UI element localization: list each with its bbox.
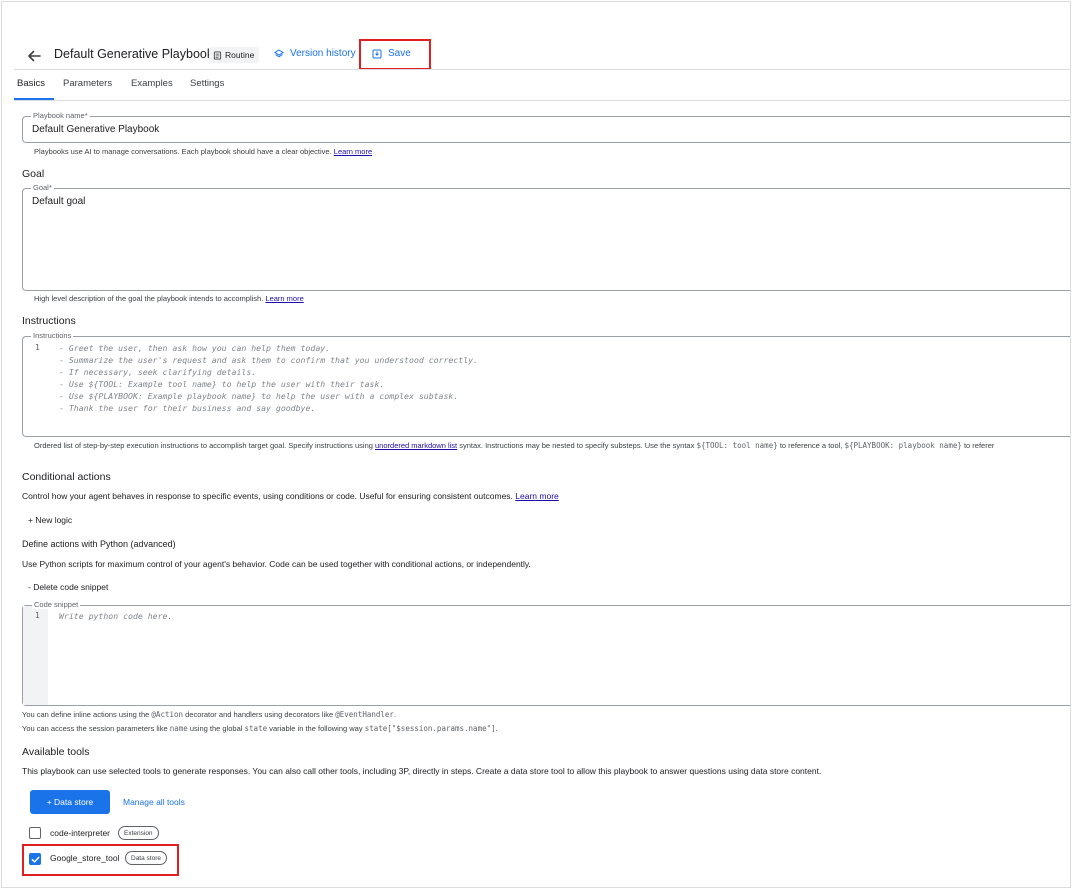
header-divider <box>14 69 1070 70</box>
tab-settings[interactable]: Settings <box>190 78 224 89</box>
goal-help: High level description of the goal the p… <box>34 294 304 303</box>
app-frame: Default Generative Playbook Routine Vers… <box>1 1 1071 888</box>
code-interpreter-checkbox[interactable] <box>29 827 41 839</box>
goal-value[interactable]: Default goal <box>32 196 85 207</box>
playbook-name-field[interactable] <box>22 116 1070 143</box>
goal-help-text: High level description of the goal the p… <box>34 294 264 303</box>
delete-code-snippet-button[interactable]: - Delete code snippet <box>28 582 108 592</box>
python-help-1: You can define inline actions using the … <box>22 710 396 719</box>
code-snippet-legend: Code snippet <box>32 600 81 609</box>
code-gutter <box>23 606 48 705</box>
extension-tag: Extension <box>118 826 159 840</box>
goal-field[interactable] <box>22 188 1070 291</box>
name-code: name <box>169 724 188 733</box>
save-highlight-box <box>359 39 431 70</box>
playbook-name-help-text: Playbooks use AI to manage conversations… <box>34 147 332 156</box>
python-help-2: You can access the session parameters li… <box>22 724 498 733</box>
instructions-help-text: to reference a tool, <box>779 441 843 450</box>
python-desc: Use Python scripts for maximum control o… <box>22 559 531 569</box>
instruction-line: - Summarize the user's request and ask t… <box>59 355 478 365</box>
document-icon <box>213 50 222 60</box>
tool-name-code-interpreter: code-interpreter <box>50 828 111 838</box>
add-data-store-button[interactable]: + Data store <box>30 790 110 814</box>
manage-all-tools-link[interactable]: Manage all tools <box>123 797 185 807</box>
python-help-text: You can access the session parameters li… <box>22 724 168 733</box>
python-help-text: decorator and handlers using decorators … <box>185 710 334 719</box>
python-help-text: You can define inline actions using the <box>22 710 150 719</box>
markdown-list-link[interactable]: unordered markdown list <box>375 441 457 450</box>
tool-syntax-code: ${TOOL: tool name} <box>696 441 778 450</box>
conditional-learn-more-link[interactable]: Learn more <box>515 491 558 501</box>
code-snippet-editor[interactable] <box>22 605 1070 706</box>
instruction-line: - Thank the user for their business and … <box>59 403 316 413</box>
playbook-learn-more-link[interactable]: Learn more <box>334 147 372 156</box>
conditional-actions-desc: Control how your agent behaves in respon… <box>22 491 559 501</box>
tabs-divider <box>14 100 1070 101</box>
instructions-help-text: to referer <box>963 441 995 450</box>
instructions-help-text: syntax. Instructions may be nested to sp… <box>459 441 695 450</box>
action-decorator-code: @Action <box>151 710 184 719</box>
available-tools-heading: Available tools <box>22 746 90 758</box>
python-help-text: . <box>495 724 498 733</box>
goal-learn-more-link[interactable]: Learn more <box>265 294 303 303</box>
goal-legend: Goal* <box>31 183 54 192</box>
instruction-line: - Greet the user, then ask how you can h… <box>59 343 331 353</box>
code-placeholder: Write python code here. <box>59 611 173 621</box>
playbook-name-value[interactable]: Default Generative Playbook <box>32 124 159 135</box>
layers-icon <box>274 48 284 57</box>
tab-basics[interactable]: Basics <box>17 78 45 89</box>
routine-chip-label: Routine <box>225 50 255 60</box>
instructions-legend: Instructions <box>31 331 74 340</box>
conditional-actions-heading: Conditional actions <box>22 471 111 483</box>
python-help-text: . <box>393 710 397 719</box>
instruction-line: - Use ${TOOL: Example tool name} to help… <box>59 379 385 389</box>
instructions-heading: Instructions <box>22 315 76 327</box>
new-logic-button[interactable]: + New logic <box>28 515 72 525</box>
tab-examples[interactable]: Examples <box>131 78 173 89</box>
playbook-name-legend: Playbook name* <box>31 111 90 120</box>
instruction-line: - If necessary, seek clarifying details. <box>59 367 257 377</box>
instruction-line: - Use ${PLAYBOOK: Example playbook name}… <box>59 391 459 401</box>
conditional-actions-desc-text: Control how your agent behaves in respon… <box>22 491 513 501</box>
available-tools-desc: This playbook can use selected tools to … <box>22 766 822 776</box>
playbook-name-help: Playbooks use AI to manage conversations… <box>34 147 372 156</box>
tool-highlight-box <box>22 844 179 876</box>
version-history-label: Version history <box>290 48 356 59</box>
routine-chip: Routine <box>209 47 260 63</box>
version-history-button[interactable]: Version history <box>274 48 356 59</box>
instructions-line-number: 1 <box>35 343 40 352</box>
goal-heading: Goal <box>22 168 45 180</box>
event-handler-code: @EventHandler <box>335 710 394 719</box>
state-code: state <box>244 724 268 733</box>
python-help-text: variable in the following way <box>269 724 363 733</box>
state-access-code: state["$session.params.name"] <box>364 724 496 733</box>
back-arrow-icon[interactable] <box>24 46 44 66</box>
tab-parameters[interactable]: Parameters <box>63 78 112 89</box>
code-line-number: 1 <box>35 611 40 620</box>
instructions-help: Ordered list of step-by-step execution i… <box>34 441 1070 450</box>
python-heading: Define actions with Python (advanced) <box>22 539 176 549</box>
instructions-help-text: Ordered list of step-by-step execution i… <box>34 441 373 450</box>
page-title: Default Generative Playbook <box>54 47 214 61</box>
playbook-syntax-code: ${PLAYBOOK: playbook name} <box>844 441 962 450</box>
python-help-text: using the global <box>189 724 243 733</box>
